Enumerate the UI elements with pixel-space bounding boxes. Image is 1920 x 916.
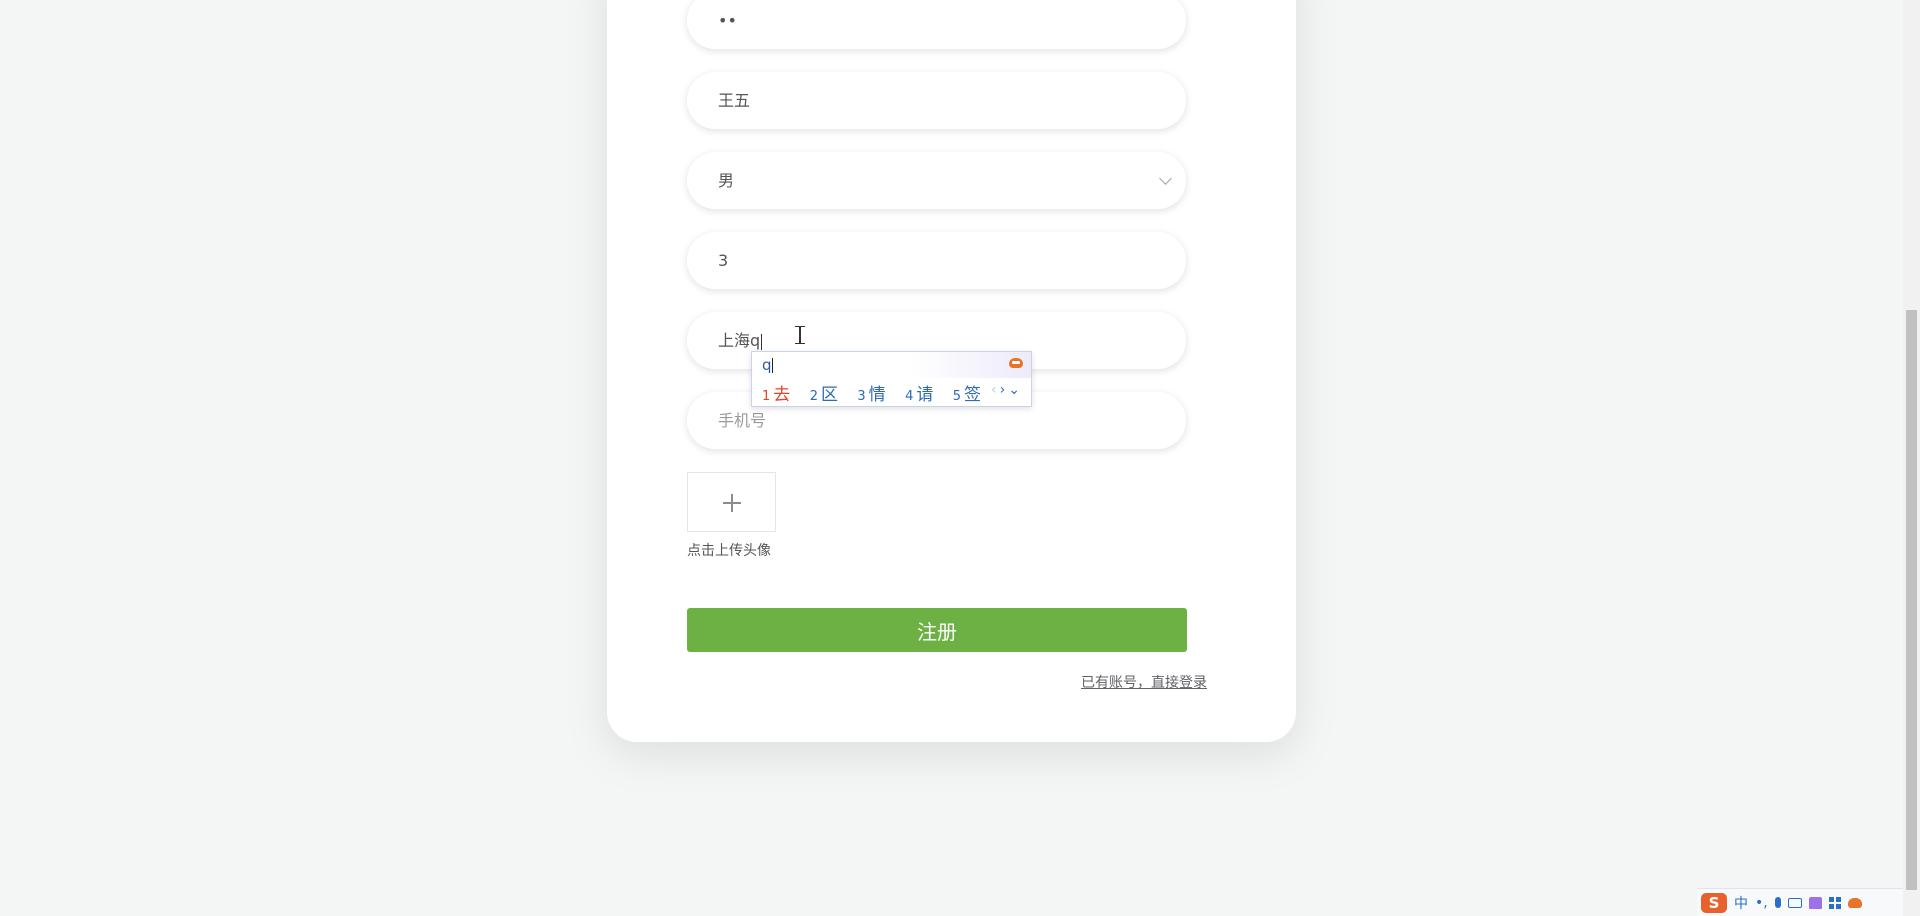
ime-next-page-icon[interactable]: › [1000, 382, 1009, 398]
ime-prev-page-icon[interactable]: ‹ [991, 382, 1000, 398]
ime-candidate[interactable]: 2区 [810, 380, 838, 405]
address-value: 上海q [718, 331, 761, 350]
ime-candidate-window[interactable]: q 1去 2区 3情 4请 5签 ‹›⌄ [751, 351, 1032, 407]
chevron-down-icon [1159, 172, 1172, 185]
plus-icon [723, 494, 741, 512]
sogou-mascot-icon [1009, 358, 1023, 368]
skin-icon[interactable] [1808, 896, 1822, 909]
ime-composition: q [762, 356, 773, 374]
confirm-password-value: •• [718, 11, 737, 30]
ime-toolbar: S 中 •, [1697, 888, 1903, 916]
ime-candidate[interactable]: 3情 [857, 380, 885, 405]
keyboard-icon[interactable] [1787, 897, 1802, 908]
toolbox-icon[interactable] [1828, 896, 1841, 909]
ime-composition-text: q [762, 356, 772, 374]
ime-candidate[interactable]: 5签 [953, 380, 981, 405]
punctuation-toggle[interactable]: •, [1755, 895, 1768, 911]
age-value: 3 [718, 251, 729, 270]
sogou-logo-icon[interactable]: S [1701, 892, 1727, 913]
avatar-upload-button[interactable] [687, 472, 776, 532]
confirm-password-field[interactable]: •• [687, 0, 1186, 49]
register-button[interactable]: 注册 [687, 608, 1187, 652]
microphone-icon[interactable] [1774, 897, 1781, 908]
phone-placeholder: 手机号 [718, 411, 767, 430]
age-field[interactable]: 3 [687, 232, 1186, 289]
login-link[interactable]: 已有账号，直接登录 [1081, 672, 1207, 692]
ime-expand-icon[interactable]: ⌄ [1008, 382, 1023, 398]
gender-value: 男 [718, 171, 735, 190]
lang-toggle[interactable]: 中 [1734, 893, 1748, 913]
page-scrollbar[interactable] [1903, 0, 1920, 916]
ime-candidate[interactable]: 4请 [905, 380, 933, 405]
text-caret [761, 333, 763, 350]
ime-pager: ‹›⌄ [991, 382, 1023, 398]
name-field[interactable]: 王五 [687, 72, 1186, 129]
ime-candidates: 1去 2区 3情 4请 5签 [762, 380, 995, 405]
sogou-mascot-icon[interactable] [1847, 897, 1862, 908]
upload-avatar-label: 点击上传头像 [687, 543, 771, 559]
ibeam-cursor-icon [795, 326, 805, 344]
ime-candidate[interactable]: 1去 [762, 380, 790, 405]
name-value: 王五 [718, 91, 751, 110]
gender-select[interactable]: 男 [687, 152, 1186, 209]
scrollbar-thumb[interactable] [1906, 310, 1917, 890]
